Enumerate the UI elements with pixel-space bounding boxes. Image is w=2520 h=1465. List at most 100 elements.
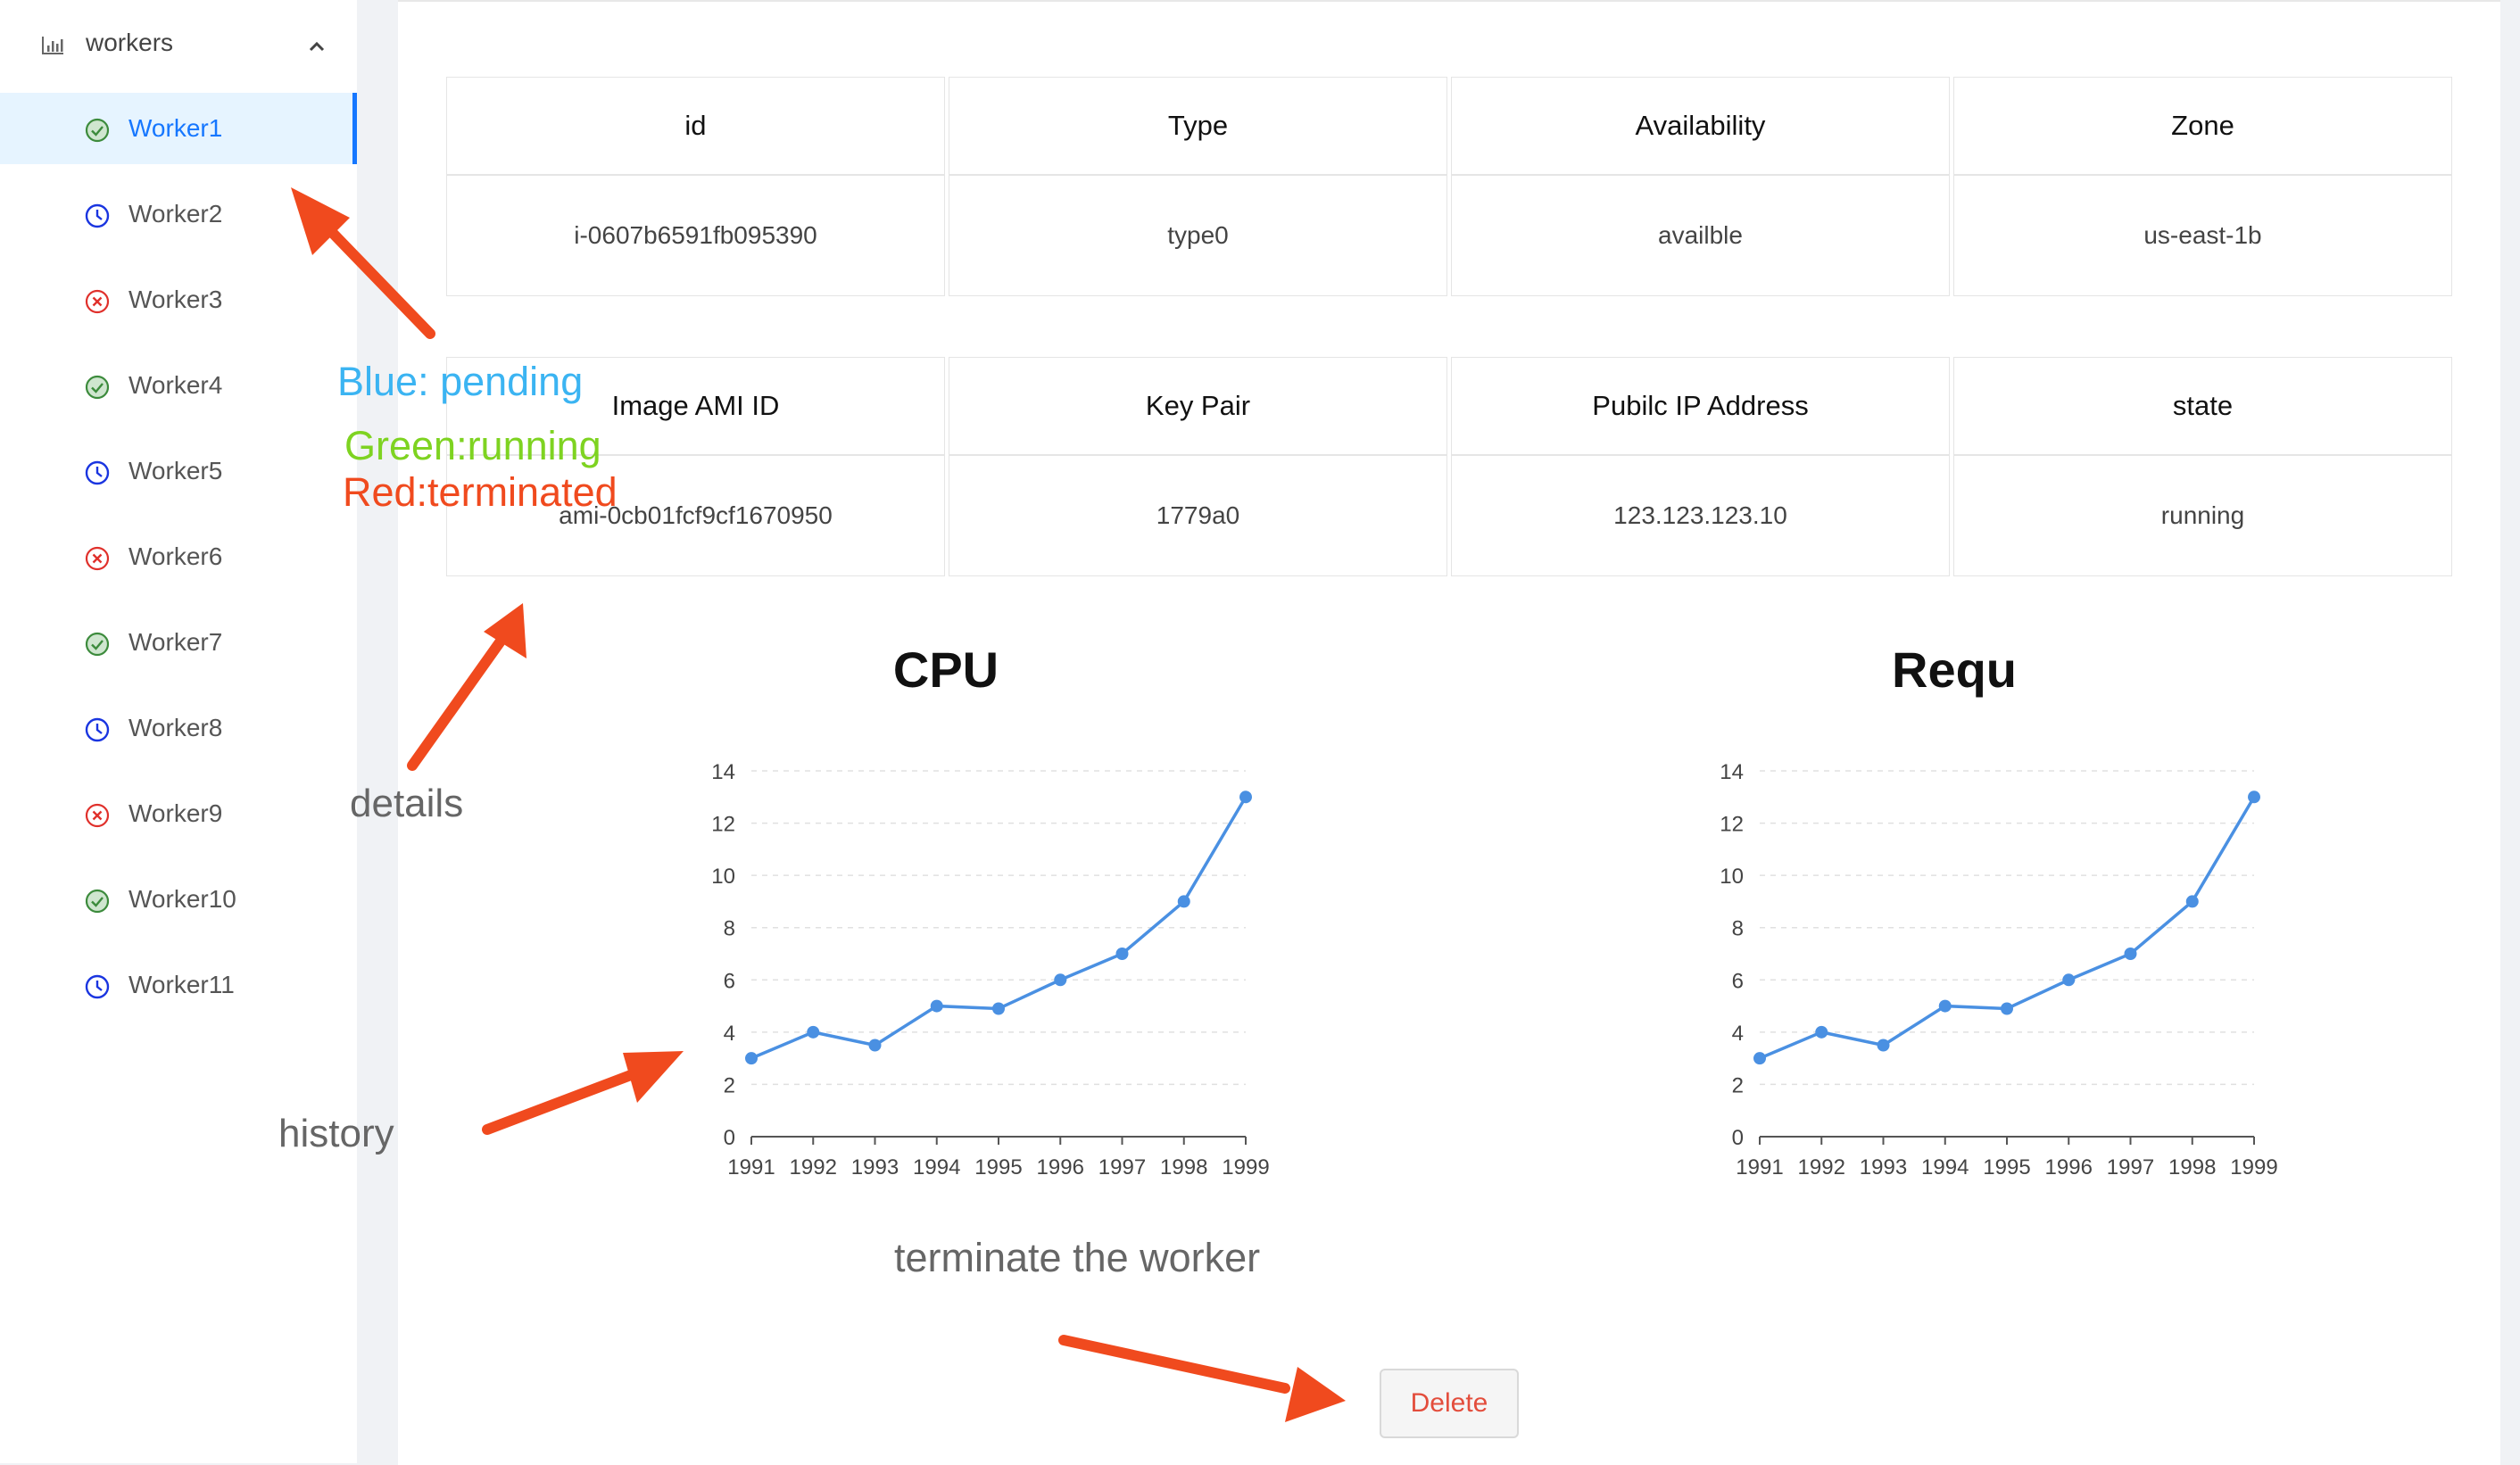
requ-x-tick-label: 1991 xyxy=(1736,1155,1783,1179)
requ-data-point xyxy=(1877,1039,1890,1052)
sidebar-item-worker6[interactable]: Worker6 xyxy=(0,521,357,592)
cpu-y-tick-label: 6 xyxy=(724,969,735,993)
cpu-x-tick-label: 1991 xyxy=(727,1155,775,1179)
requ-x-tick-label: 1996 xyxy=(2045,1155,2093,1179)
requ-data-point xyxy=(2001,1002,2013,1015)
header-type: Type xyxy=(949,77,1447,175)
cpu-y-tick-label: 10 xyxy=(711,865,735,889)
cpu-y-tick-label: 8 xyxy=(724,917,735,941)
requ-x-tick-label: 1997 xyxy=(2107,1155,2154,1179)
legend-pending: Blue: pending xyxy=(337,359,584,404)
header-key-pair: Key Pair xyxy=(949,357,1447,455)
details-table-1: id Type Availability Zone i-0607b6591fb0… xyxy=(443,77,2456,296)
value-id: i-0607b6591fb095390 xyxy=(446,175,945,296)
header-public-ip: Pubilc IP Address xyxy=(1451,357,1950,455)
sidebar-item-label: Worker6 xyxy=(128,542,223,570)
cpu-x-tick-label: 1993 xyxy=(851,1155,899,1179)
sidebar-item-label: Worker11 xyxy=(128,971,235,998)
details-table-2: Image AMI ID Key Pair Pubilc IP Address … xyxy=(443,357,2456,576)
cpu-y-tick-label: 0 xyxy=(724,1126,735,1150)
right-gutter xyxy=(2500,0,2520,1463)
sidebar-item-worker9[interactable]: Worker9 xyxy=(0,778,357,849)
delete-button[interactable]: Delete xyxy=(1380,1369,1519,1438)
details-annotation: details xyxy=(350,782,464,825)
submenu-title: workers xyxy=(86,29,174,56)
check-circle-icon xyxy=(85,118,110,143)
legend-terminated: Red:terminated xyxy=(343,469,618,515)
requ-data-point xyxy=(2124,948,2137,960)
sidebar: workers Worker1 Worker2 Worker3 Worker4 … xyxy=(0,0,357,1463)
cpu-x-tick-label: 1994 xyxy=(913,1155,960,1179)
close-circle-icon xyxy=(85,803,110,828)
requ-data-point xyxy=(2248,790,2260,804)
cpu-x-tick-label: 1997 xyxy=(1098,1155,1146,1179)
value-zone: us-east-1b xyxy=(1953,175,2452,296)
sidebar-item-worker5[interactable]: Worker5 xyxy=(0,435,357,507)
clock-icon xyxy=(85,974,110,999)
sidebar-item-worker8[interactable]: Worker8 xyxy=(0,692,357,764)
sidebar-item-worker7[interactable]: Worker7 xyxy=(0,607,357,678)
sidebar-item-worker1[interactable]: Worker1 xyxy=(0,93,357,164)
app-window: workers Worker1 Worker2 Worker3 Worker4 … xyxy=(0,0,2520,1465)
requ-y-tick-label: 10 xyxy=(1720,865,1744,889)
sidebar-item-label: Worker4 xyxy=(128,371,223,399)
sidebar-item-label: Worker8 xyxy=(128,714,223,741)
value-key-pair: 1779a0 xyxy=(949,455,1447,576)
check-circle-icon xyxy=(85,375,110,400)
requ-data-point xyxy=(1938,999,1952,1013)
requ-x-tick-label: 1998 xyxy=(2168,1155,2216,1179)
requ-data-point xyxy=(2062,973,2076,987)
sidebar-item-worker11[interactable]: Worker11 xyxy=(0,949,357,1021)
requ-y-tick-label: 8 xyxy=(1732,917,1744,941)
cpu-y-tick-label: 14 xyxy=(711,760,735,784)
cpu-data-point xyxy=(745,1052,758,1065)
cpu-y-tick-label: 2 xyxy=(724,1073,735,1097)
chevron-up-icon xyxy=(309,41,325,52)
requ-y-tick-label: 6 xyxy=(1732,969,1744,993)
legend-running: Green:running xyxy=(344,423,601,468)
cpu-y-tick-label: 4 xyxy=(724,1022,735,1046)
close-circle-icon xyxy=(85,546,110,571)
cpu-y-tick-label: 12 xyxy=(711,813,735,837)
cpu-x-tick-label: 1998 xyxy=(1160,1155,1207,1179)
cpu-data-point xyxy=(1054,973,1067,987)
header-state: state xyxy=(1953,357,2452,455)
cpu-data-point xyxy=(1239,790,1252,804)
value-type: type0 xyxy=(949,175,1447,296)
requ-data-point xyxy=(2185,895,2199,908)
requ-chart-title: Requ xyxy=(1892,641,2017,698)
sidebar-item-label: Worker2 xyxy=(128,200,223,228)
sidebar-item-worker10[interactable]: Worker10 xyxy=(0,864,357,935)
cpu-data-point xyxy=(868,1039,882,1052)
requ-data-point xyxy=(1753,1052,1766,1065)
requ-data-point xyxy=(1815,1025,1828,1039)
bar-chart-icon xyxy=(42,37,63,54)
cpu-x-tick-label: 1992 xyxy=(790,1155,837,1179)
requ-y-tick-label: 4 xyxy=(1732,1022,1744,1046)
requ-y-tick-label: 12 xyxy=(1720,813,1744,837)
sidebar-item-worker3[interactable]: Worker3 xyxy=(0,264,357,335)
header-id: id xyxy=(446,77,945,175)
cpu-data-point xyxy=(930,999,943,1013)
requ-x-tick-label: 1993 xyxy=(1860,1155,1907,1179)
cpu-x-tick-label: 1996 xyxy=(1037,1155,1084,1179)
sidebar-item-label: Worker1 xyxy=(128,114,223,142)
workers-submenu-header[interactable]: workers xyxy=(0,16,357,71)
cpu-line-chart: 0 2 4 6 8 10 12 14 1991 1992 1993 1994 1995 1996 1997 1… xyxy=(711,760,1269,1179)
terminate-annotation: terminate the worker xyxy=(894,1235,1261,1280)
value-availability: availble xyxy=(1451,175,1950,296)
value-public-ip: 123.123.123.10 xyxy=(1451,455,1950,576)
sidebar-item-label: Worker9 xyxy=(128,799,223,827)
clock-icon xyxy=(85,460,110,485)
sidebar-item-worker2[interactable]: Worker2 xyxy=(0,178,357,250)
sidebar-item-worker4[interactable]: Worker4 xyxy=(0,350,357,421)
close-circle-icon xyxy=(85,289,110,314)
cpu-data-point xyxy=(1177,895,1190,908)
check-circle-icon xyxy=(85,632,110,657)
requ-line-chart: 0 2 4 6 8 10 12 14 1991 1992 1993 1994 1995 1996 1997 1… xyxy=(1720,760,2277,1179)
check-circle-icon xyxy=(85,889,110,914)
requ-y-tick-label: 14 xyxy=(1720,760,1744,784)
cpu-x-tick-label: 1995 xyxy=(974,1155,1022,1179)
clock-icon xyxy=(85,717,110,742)
sidebar-item-label: Worker5 xyxy=(128,457,223,484)
